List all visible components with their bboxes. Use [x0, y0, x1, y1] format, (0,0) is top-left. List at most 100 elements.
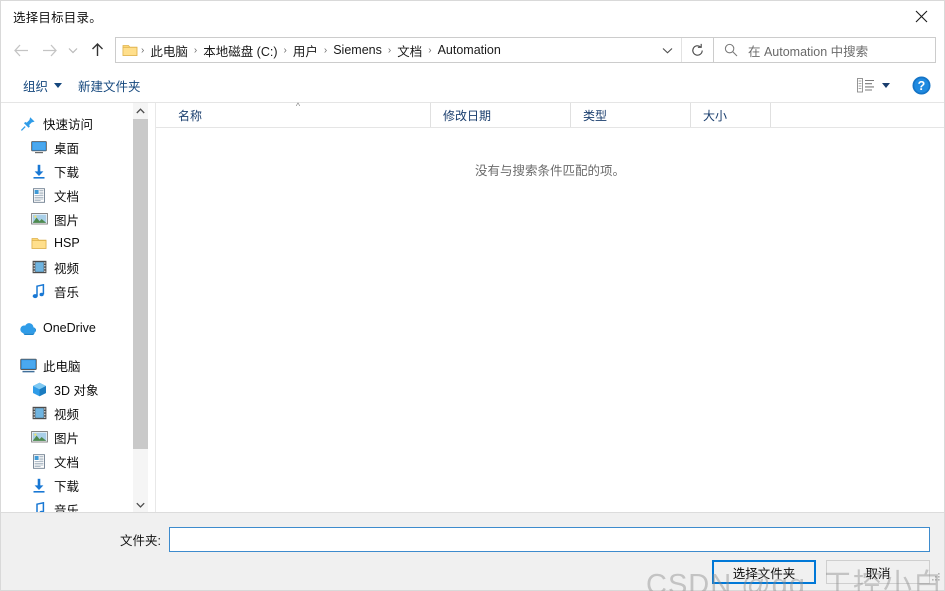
scroll-up-button[interactable]	[133, 103, 148, 118]
column-header-label: 名称	[178, 108, 203, 123]
arrow-left-icon	[13, 44, 28, 56]
column-header-date-modified[interactable]: 修改日期	[431, 103, 571, 127]
sidebar-item-pictures[interactable]: 图片	[1, 207, 145, 231]
arrow-right-icon	[42, 44, 57, 56]
sidebar-item-this-pc[interactable]: 此电脑	[1, 353, 141, 377]
sidebar-item-hsp[interactable]: HSP	[1, 231, 141, 255]
sidebar-item-music[interactable]: 音乐	[1, 279, 141, 303]
sidebar-item-label: 音乐	[54, 503, 80, 513]
videos-icon	[30, 405, 48, 421]
sidebar-item-label: 3D 对象	[54, 383, 99, 398]
sidebar-item-label: 图片	[54, 431, 80, 446]
sidebar-item-label: 文档	[54, 189, 80, 204]
onedrive-icon	[19, 320, 37, 336]
documents-icon	[30, 187, 48, 203]
sidebar-item-onedrive[interactable]: OneDrive	[1, 316, 141, 340]
column-header-name[interactable]: ^ 名称	[166, 101, 431, 127]
3d-objects-icon	[30, 381, 48, 397]
organize-button[interactable]: 组织	[15, 72, 70, 99]
breadcrumb-item-5[interactable]: Automation	[433, 41, 506, 59]
pictures-icon	[30, 211, 48, 227]
cancel-button[interactable]: 取消	[826, 560, 930, 584]
sidebar-item-label: 下载	[54, 165, 80, 180]
sidebar-item-label: 音乐	[54, 285, 80, 300]
scroll-down-button[interactable]	[133, 497, 148, 512]
sidebar-item-downloads[interactable]: 下载	[1, 159, 145, 183]
sidebar-item-pc-downloads[interactable]: 下载	[1, 473, 141, 497]
star-pin-icon	[19, 115, 37, 131]
folder-icon	[122, 43, 138, 57]
navigation-tree: 快速访问 桌面 下载 文档 图片 HSP 视频 音乐 OneDrive 此电脑 …	[1, 103, 145, 512]
resize-grip[interactable]	[930, 569, 941, 587]
address-bar[interactable]: › 此电脑 › 本地磁盘 (C:) › 用户 › Siemens › 文档 › …	[115, 37, 714, 63]
music-icon	[30, 501, 48, 512]
sidebar-item-pc-documents[interactable]: 文档	[1, 449, 141, 473]
folder-field-row: 文件夹:	[1, 527, 930, 552]
column-header-size[interactable]: 大小	[691, 103, 771, 127]
file-list[interactable]: 没有与搜索条件匹配的项。	[156, 128, 944, 512]
sidebar-scrollbar[interactable]	[133, 103, 148, 512]
svg-text:?: ?	[917, 79, 925, 93]
new-folder-button[interactable]: 新建文件夹	[70, 72, 149, 99]
search-icon	[724, 43, 738, 57]
help-icon: ?	[912, 76, 930, 95]
folder-label: 文件夹:	[120, 534, 161, 548]
sidebar-item-label: HSP	[54, 236, 80, 250]
help-button[interactable]: ?	[908, 73, 934, 99]
up-button[interactable]	[83, 35, 111, 65]
sidebar-item-label: 桌面	[54, 141, 80, 156]
dialog-body: 快速访问 桌面 下载 文档 图片 HSP 视频 音乐 OneDrive 此电脑 …	[1, 101, 944, 512]
view-options-icon	[857, 78, 874, 93]
breadcrumb-item-0[interactable]: 此电脑	[145, 39, 193, 62]
sidebar-item-videos[interactable]: 视频	[1, 255, 141, 279]
sidebar-item-label: 文档	[54, 455, 80, 470]
folder-icon	[30, 235, 48, 251]
nav-group-spacer	[1, 303, 141, 316]
column-header-label: 大小	[703, 108, 728, 123]
sidebar-item-quick-access[interactable]: 快速访问	[1, 111, 141, 135]
file-list-pane: ^ 名称 修改日期 类型 大小 没有与搜索条件匹配的项。	[156, 101, 944, 512]
navigation-pane: 快速访问 桌面 下载 文档 图片 HSP 视频 音乐 OneDrive 此电脑 …	[1, 103, 156, 512]
sidebar-item-pc-videos[interactable]: 视频	[1, 401, 141, 425]
view-options-button[interactable]	[851, 74, 896, 97]
select-folder-button[interactable]: 选择文件夹	[712, 560, 816, 584]
arrow-up-icon	[91, 43, 103, 56]
folder-input[interactable]	[169, 527, 930, 552]
command-bar: 组织 新建文件夹 ?	[1, 69, 944, 103]
back-button[interactable]	[7, 35, 35, 65]
pictures-icon	[30, 429, 48, 445]
sidebar-item-label: 视频	[54, 261, 80, 276]
sidebar-item-label: 图片	[54, 213, 80, 228]
breadcrumb-item-4[interactable]: 文档	[392, 39, 427, 62]
sidebar-item-pc-pictures[interactable]: 图片	[1, 425, 141, 449]
resize-grip-icon	[932, 573, 940, 581]
title-bar: 选择目标目录。	[1, 1, 944, 31]
sidebar-item-pc-music[interactable]: 音乐	[1, 497, 141, 512]
column-header-type[interactable]: 类型	[571, 103, 691, 127]
sidebar-item-documents[interactable]: 文档	[1, 183, 145, 207]
address-dropdown-button[interactable]	[653, 38, 681, 62]
this-pc-icon	[19, 357, 37, 373]
breadcrumb-item-2[interactable]: 用户	[288, 39, 323, 62]
search-box[interactable]: 在 Automation 中搜索	[714, 37, 936, 63]
folder-picker-dialog: 选择目标目录。 › 此电脑 › 本地磁盘 (C:) › 用户 › Siemens…	[0, 0, 945, 591]
recent-locations-button[interactable]	[63, 35, 83, 65]
dialog-footer: 文件夹: 选择文件夹 取消	[1, 512, 944, 590]
empty-state-message: 没有与搜索条件匹配的项。	[474, 164, 625, 178]
breadcrumb-item-1[interactable]: 本地磁盘 (C:)	[198, 39, 282, 62]
refresh-button[interactable]	[681, 38, 713, 62]
documents-icon	[30, 453, 48, 469]
scrollbar-thumb[interactable]	[133, 119, 148, 449]
breadcrumb-item-3[interactable]: Siemens	[328, 41, 387, 59]
chevron-down-icon	[662, 47, 672, 54]
forward-button[interactable]	[35, 35, 63, 65]
desktop-icon	[30, 139, 48, 155]
sort-ascending-icon: ^	[295, 101, 301, 111]
sidebar-item-3d-objects[interactable]: 3D 对象	[1, 377, 141, 401]
sidebar-item-desktop[interactable]: 桌面	[1, 135, 145, 159]
close-button[interactable]	[898, 1, 944, 31]
caret-down-icon	[54, 83, 63, 88]
column-header-label: 类型	[583, 108, 608, 123]
organize-label: 组织	[23, 80, 49, 94]
search-placeholder: 在 Automation 中搜索	[748, 44, 869, 59]
